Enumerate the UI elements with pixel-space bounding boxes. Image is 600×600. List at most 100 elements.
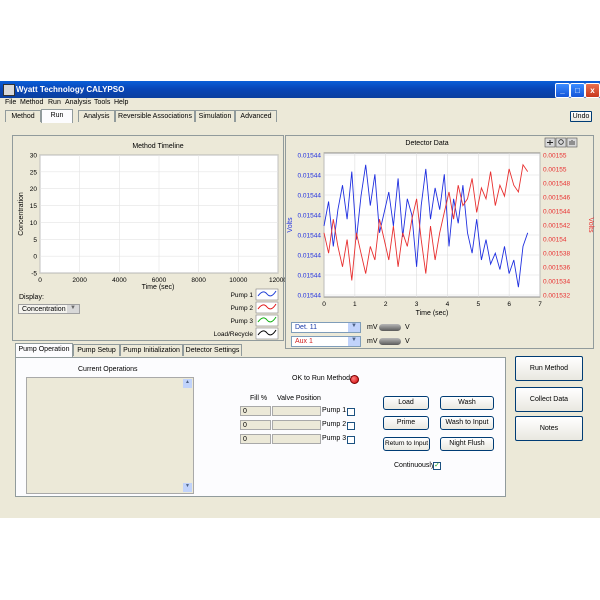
timeline-xtick: 10000	[229, 277, 247, 284]
undo-button[interactable]: Undo	[570, 111, 592, 122]
display-select-value: Concentration	[22, 306, 66, 313]
menu-tools[interactable]: Tools	[94, 99, 110, 106]
pump2-fill: 0	[240, 420, 271, 430]
detector-xtick: 0	[322, 301, 326, 308]
wash-button[interactable]: Wash	[440, 396, 494, 410]
timeline-xtick: 0	[38, 277, 42, 284]
detector-ytick-left: 0.01544	[298, 273, 322, 280]
timeline-xtick: 4000	[112, 277, 127, 284]
menu-help[interactable]: Help	[114, 99, 128, 106]
detector-ytick-right: 0.00155	[543, 167, 567, 174]
menu-analysis[interactable]: Analysis	[65, 99, 91, 106]
current-operations-list[interactable]: ▲ ▼	[26, 377, 194, 494]
wash-to-input-button[interactable]: Wash to Input	[440, 416, 494, 430]
current-operations-label: Current Operations	[78, 366, 138, 373]
timeline-ylabel: Concentration	[18, 192, 25, 236]
pump3-checkbox[interactable]	[347, 436, 355, 444]
pump3-fill: 0	[240, 434, 271, 444]
continuously-checkbox[interactable]: ✓	[433, 462, 441, 470]
timeline-legend: Pump 1 Pump 2 Pump 3 Load/Recycle	[214, 288, 279, 340]
notes-button[interactable]: Notes	[515, 416, 583, 441]
detector-ylabel-right: Volts	[587, 217, 594, 233]
timeline-title: Method Timeline	[132, 143, 183, 150]
detector-ytick-left: 0.01544	[298, 253, 322, 260]
timeline-ytick: 30	[30, 153, 38, 160]
tab-analysis[interactable]: Analysis	[78, 110, 115, 122]
detector-select[interactable]: Det. 11 ▼	[291, 322, 361, 333]
aux-select-value: Aux 1	[295, 338, 313, 345]
chevron-down-icon: ▼	[348, 323, 360, 332]
return-to-input-button[interactable]: Return to Input	[383, 437, 430, 451]
chevron-down-icon: ▼	[67, 305, 79, 313]
pump1-label: Pump 1	[322, 407, 347, 414]
prime-button[interactable]: Prime	[383, 416, 429, 430]
timeline-xtick: 8000	[191, 277, 206, 284]
detector-ytick-right: 0.001536	[543, 265, 570, 272]
subtab-pump-setup[interactable]: Pump Setup	[73, 344, 120, 356]
menu-run[interactable]: Run	[48, 99, 61, 106]
night-flush-button[interactable]: Night Flush	[440, 437, 494, 451]
timeline-xtick: 6000	[152, 277, 167, 284]
detector-ytick-right: 0.001534	[543, 279, 570, 286]
detector-xtick: 6	[507, 301, 511, 308]
scroll-up-icon[interactable]: ▲	[183, 379, 192, 388]
title-bar[interactable]: Wyatt Technology CALYPSO _ □ x	[0, 81, 600, 98]
timeline-ytick: 0	[33, 254, 37, 261]
app-icon	[3, 84, 15, 96]
pump-operation-panel: Current Operations ▲ ▼ OK to Run Method:…	[15, 357, 506, 497]
tab-advanced[interactable]: Advanced	[235, 110, 277, 122]
tab-method[interactable]: Method	[5, 110, 41, 122]
timeline-ytick: 5	[33, 237, 37, 244]
det-unit-toggle[interactable]	[379, 324, 401, 331]
pump1-checkbox[interactable]	[347, 408, 355, 416]
tab-simulation[interactable]: Simulation	[195, 110, 235, 122]
display-label: Display:	[19, 294, 44, 301]
detector-ytick-right: 0.00154	[543, 237, 567, 244]
close-button[interactable]: x	[585, 83, 600, 98]
detector-ytick-right: 0.001542	[543, 223, 570, 230]
tab-reversible-associations[interactable]: Reversible Associations	[115, 110, 195, 122]
timeline-ytick: -5	[31, 271, 37, 278]
det-unit-v: V	[405, 324, 410, 331]
detector-ytick-left: 0.01544	[298, 293, 322, 300]
chevron-down-icon: ▼	[348, 337, 360, 346]
collect-data-button[interactable]: Collect Data	[515, 387, 583, 412]
pump2-checkbox[interactable]	[347, 422, 355, 430]
detector-ytick-right: 0.001544	[543, 209, 570, 216]
timeline-legend-label: Pump 3	[231, 318, 254, 325]
detector-ytick-left: 0.01544	[298, 213, 322, 220]
continuously-label: Continuously	[394, 462, 435, 469]
pump1-valve-position	[272, 406, 321, 416]
maximize-button[interactable]: □	[570, 83, 585, 98]
subtab-pump-initialization[interactable]: Pump Initialization	[120, 344, 183, 356]
detector-data-panel: 0 1 2 3 4 5 6 7 0.01544 0.01544 0.01544 0.01544 0.01…	[285, 135, 594, 349]
aux-select[interactable]: Aux 1 ▼	[291, 336, 361, 347]
detector-ytick-right: 0.001538	[543, 251, 570, 258]
detector-ytick-right: 0.001546	[543, 195, 570, 202]
detector-chart: 0 1 2 3 4 5 6 7 0.01544 0.01544 0.01544 0.01544 0.01…	[287, 137, 594, 317]
subtab-pump-operation[interactable]: Pump Operation	[15, 343, 73, 357]
tab-run[interactable]: Run	[41, 109, 73, 123]
scroll-down-icon[interactable]: ▼	[183, 483, 192, 492]
detector-xtick: 4	[446, 301, 450, 308]
detector-plot-area	[323, 152, 541, 298]
run-method-button[interactable]: Run Method	[515, 356, 583, 381]
detector-ytick-left: 0.01544	[298, 233, 322, 240]
menu-file[interactable]: File	[5, 99, 16, 106]
minimize-button[interactable]: _	[555, 83, 570, 98]
load-button[interactable]: Load	[383, 396, 429, 410]
window-title: Wyatt Technology CALYPSO	[16, 85, 125, 94]
detector-xlabel: Time (sec)	[416, 310, 449, 317]
timeline-legend-label: Pump 2	[231, 305, 254, 312]
detector-ytick-left: 0.01544	[298, 173, 322, 180]
subtab-detector-settings[interactable]: Detector Settings	[183, 344, 242, 356]
aux-unit-toggle[interactable]	[379, 338, 401, 345]
pump2-valve-position	[272, 420, 321, 430]
timeline-xtick: 12000	[269, 277, 285, 284]
aux-unit-mv: mV	[367, 338, 378, 345]
timeline-xlabel: Time (sec)	[142, 284, 175, 291]
menu-method[interactable]: Method	[20, 99, 43, 106]
timeline-ytick: 25	[30, 169, 38, 176]
display-select[interactable]: Concentration ▼	[18, 304, 80, 314]
detector-xtick: 7	[538, 301, 542, 308]
